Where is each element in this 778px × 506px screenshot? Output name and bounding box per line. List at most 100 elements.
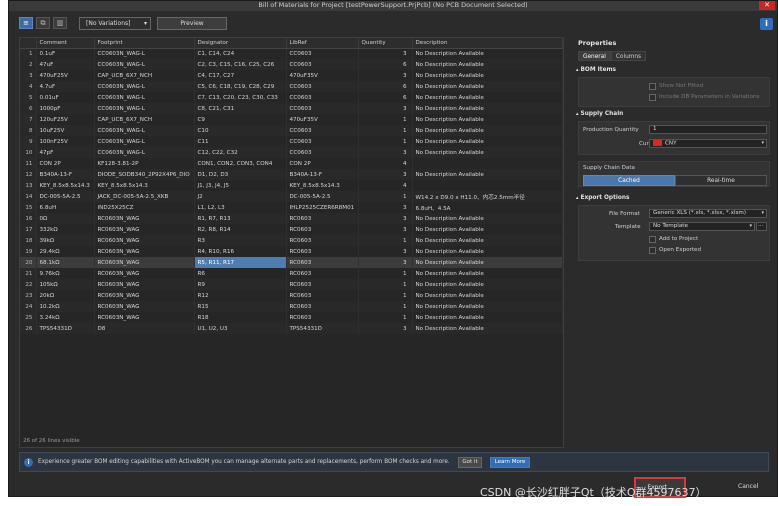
table-cell[interactable]: 1 [358, 268, 413, 279]
table-cell[interactable]: No Description Available [412, 246, 563, 257]
table-cell[interactable]: RC0603N_WAG [94, 301, 195, 312]
row-number[interactable]: 10 [20, 147, 37, 158]
table-cell[interactable]: RC0603N_WAG [94, 224, 195, 235]
got-it-button[interactable]: Got it [458, 457, 482, 468]
row-number[interactable]: 8 [20, 125, 37, 136]
table-row[interactable]: 1 0.1uF CC0603N_WAG-L C1, C14, C24 CC0603 3 No… [20, 48, 563, 59]
preview-button[interactable]: Preview [157, 17, 227, 30]
table-cell[interactable]: 0.01uF [36, 92, 95, 103]
row-number[interactable]: 22 [20, 279, 37, 290]
table-cell[interactable]: TPS54331D [286, 323, 359, 334]
table-cell[interactable]: R12 [194, 290, 287, 301]
table-cell[interactable]: L1, L2, L3 [194, 202, 287, 213]
row-number[interactable]: 26 [20, 323, 37, 334]
table-cell[interactable]: 3.24kΩ [36, 312, 95, 323]
table-cell[interactable]: 3 [358, 70, 413, 81]
table-cell[interactable]: No Description Available [412, 92, 563, 103]
row-number[interactable]: 12 [20, 169, 37, 180]
learn-more-button[interactable]: Learn More [490, 457, 530, 468]
tab-columns[interactable]: Columns [610, 51, 647, 61]
table-cell[interactable]: RC0603N_WAG [94, 279, 195, 290]
table-cell[interactable]: 29.4kΩ [36, 246, 95, 257]
table-cell[interactable]: No Description Available [412, 279, 563, 290]
row-number[interactable]: 5 [20, 92, 37, 103]
table-row[interactable]: 15 6.8uH IND25X25CZ L1, L2, L3 IHLP2525CZER6… [20, 202, 563, 213]
table-cell[interactable]: 6 [358, 81, 413, 92]
table-cell[interactable]: 47uF [36, 59, 95, 70]
file-format-select[interactable]: Generic XLS (*.xls, *.xlsx, *.xlsm) ▾ [649, 209, 767, 218]
tab-general[interactable]: General [578, 51, 611, 61]
table-cell[interactable]: RC0603N_WAG [94, 312, 195, 323]
table-cell[interactable]: No Description Available [412, 169, 563, 180]
table-cell[interactable]: CC0603 [286, 92, 359, 103]
table-cell[interactable]: CC0603N_WAG-L [94, 59, 195, 70]
template-select[interactable]: No Template ▾ [649, 222, 755, 231]
table-cell[interactable]: 20kΩ [36, 290, 95, 301]
info-icon[interactable]: i [760, 18, 773, 30]
table-cell[interactable]: 68.1kΩ [36, 257, 95, 268]
table-cell[interactable]: IHLP2525CZER6R8M01 [286, 202, 359, 213]
table-row[interactable]: 18 39kΩ RC0603N_WAG R3 RC0603 1 No Description… [20, 235, 563, 246]
table-cell[interactable]: J2 [194, 191, 287, 202]
table-cell[interactable]: No Description Available [412, 147, 563, 158]
table-cell[interactable]: No Description Available [412, 224, 563, 235]
table-cell[interactable]: CC0603N_WAG-L [94, 103, 195, 114]
row-number[interactable]: 6 [20, 103, 37, 114]
table-cell[interactable]: B340A-13-F [286, 169, 359, 180]
table-cell[interactable]: 6.8uH、4.5A [412, 202, 563, 213]
table-cell[interactable]: No Description Available [412, 312, 563, 323]
table-cell[interactable]: TPS54331D [36, 323, 95, 334]
table-cell[interactable]: 1 [358, 235, 413, 246]
row-number[interactable]: 4 [20, 81, 37, 92]
table-cell[interactable]: 1 [358, 279, 413, 290]
table-cell[interactable]: No Description Available [412, 235, 563, 246]
table-cell[interactable]: RC0603N_WAG [94, 213, 195, 224]
table-cell[interactable]: RC0603N_WAG [94, 235, 195, 246]
table-row[interactable]: 22 105kΩ RC0603N_WAG R9 RC0603 1 No Descriptio… [20, 279, 563, 290]
table-cell[interactable]: R6 [194, 268, 287, 279]
row-number[interactable]: 16 [20, 213, 37, 224]
production-quantity-input[interactable]: 1 [649, 125, 767, 134]
table-cell[interactable]: DIODE_SODB340_2P92X4P6_DIO [94, 169, 195, 180]
table-cell[interactable]: RC0603N_WAG [94, 290, 195, 301]
table-cell[interactable]: CAP_UCB_6X7_NCH [94, 70, 195, 81]
table-row[interactable]: 9 100nF25V CC0603N_WAG-L C11 CC0603 1 No Descr… [20, 136, 563, 147]
table-cell[interactable]: No Description Available [412, 290, 563, 301]
close-icon[interactable]: ✕ [759, 1, 775, 10]
table-row[interactable]: 4 4.7uF CC0603N_WAG-L C5, C6, C18, C19, C28… [20, 81, 563, 92]
table-row[interactable]: 8 10uF25V CC0603N_WAG-L C10 CC0603 1 No Descri… [20, 125, 563, 136]
table-cell[interactable] [412, 180, 563, 191]
table-row[interactable]: 2 47uF CC0603N_WAG-L C2, C3, C15, C16, C25,… [20, 59, 563, 70]
table-cell[interactable]: No Description Available [412, 48, 563, 59]
table-cell[interactable]: KEY_8.5x8.5x14.3 [36, 180, 95, 191]
cancel-button[interactable]: Cancel [738, 483, 758, 490]
table-cell[interactable]: C4, C17, C27 [194, 70, 287, 81]
table-cell[interactable]: CC0603 [286, 59, 359, 70]
table-cell[interactable]: No Description Available [412, 114, 563, 125]
table-cell[interactable]: C1, C14, C24 [194, 48, 287, 59]
variation-select[interactable]: [No Variations] ▾ [79, 17, 151, 30]
table-cell[interactable]: 1 [358, 290, 413, 301]
table-cell[interactable]: C11 [194, 136, 287, 147]
row-number[interactable]: 2 [20, 59, 37, 70]
table-cell[interactable]: No Description Available [412, 103, 563, 114]
table-cell[interactable]: No Description Available [412, 59, 563, 70]
table-cell[interactable]: CC0603N_WAG-L [94, 48, 195, 59]
table-cell[interactable]: RC0603N_WAG [94, 257, 195, 268]
table-cell[interactable]: CC0603N_WAG-L [94, 92, 195, 103]
table-cell[interactable]: R4, R10, R16 [194, 246, 287, 257]
table-cell[interactable]: 1 [358, 125, 413, 136]
table-cell[interactable]: RC0603 [286, 268, 359, 279]
column-header[interactable]: Description [412, 38, 563, 49]
table-row[interactable]: 13 KEY_8.5x8.5x14.3 KEY_8.5x8.5x14.3 J1, J3… [20, 180, 563, 191]
row-number[interactable]: 17 [20, 224, 37, 235]
table-cell[interactable]: 3 [358, 257, 413, 268]
table-cell[interactable]: R18 [194, 312, 287, 323]
row-number[interactable]: 13 [20, 180, 37, 191]
table-cell[interactable]: RC0603 [286, 257, 359, 268]
row-number[interactable]: 21 [20, 268, 37, 279]
table-cell[interactable]: CC0603 [286, 125, 359, 136]
row-number[interactable]: 25 [20, 312, 37, 323]
row-number[interactable]: 15 [20, 202, 37, 213]
template-browse-button[interactable]: ··· [756, 222, 767, 231]
